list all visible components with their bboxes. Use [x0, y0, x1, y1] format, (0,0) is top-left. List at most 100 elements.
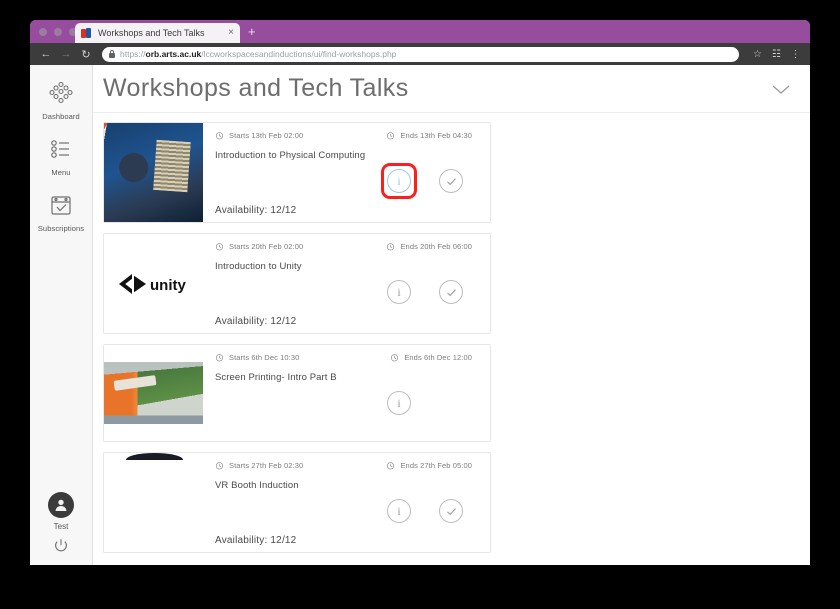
- person-icon: [55, 499, 67, 511]
- app-sidebar: Dashboard Menu Subscriptions Test: [30, 65, 93, 565]
- info-button[interactable]: i: [381, 163, 417, 199]
- start-time-value: 13th Feb 02:00: [251, 131, 304, 140]
- address-bar[interactable]: https://orb.arts.ac.uk/lccworkspacesandi…: [102, 46, 739, 62]
- sidebar-item-menu[interactable]: Menu: [30, 135, 92, 177]
- end-time-value: 6th Dec 12:00: [424, 353, 472, 362]
- screenshot-root: Workshops and Tech Talks × + ← → ↻ https…: [0, 0, 840, 609]
- workshop-thumbnail: [104, 453, 203, 552]
- availability-placeholder: [215, 417, 480, 435]
- forward-button[interactable]: →: [58, 46, 74, 62]
- availability-label: Availability: 12/12: [215, 205, 297, 216]
- table-row[interactable]: Starts 27th Feb 02:30 Ends 27th Feb 05:0…: [103, 452, 491, 553]
- info-icon: i: [397, 504, 401, 518]
- workshop-title: VR Booth Induction: [215, 480, 299, 491]
- url-host: orb.arts.ac.uk: [145, 49, 202, 59]
- new-tab-button[interactable]: +: [248, 25, 256, 39]
- workshop-times: Starts 13th Feb 02:00 Ends 13th Feb 04:3…: [215, 131, 480, 140]
- window-controls[interactable]: [39, 28, 77, 36]
- end-time-label: Ends: [400, 242, 418, 251]
- end-time-label: Ends: [404, 353, 422, 362]
- end-time: Ends 20th Feb 06:00: [386, 242, 480, 251]
- start-time-label: Starts: [229, 353, 250, 362]
- info-icon: i: [397, 174, 401, 188]
- page-header: Workshops and Tech Talks: [93, 65, 810, 113]
- start-time: Starts 13th Feb 02:00: [215, 131, 303, 140]
- bookmark-star-icon[interactable]: ☆: [751, 47, 764, 61]
- workshop-details: Starts 13th Feb 02:00 Ends 13th Feb 04:3…: [203, 123, 490, 222]
- clock-icon: [215, 354, 224, 362]
- browser-tab[interactable]: Workshops and Tech Talks ×: [75, 23, 240, 43]
- page-viewport: Dashboard Menu Subscriptions Test Worksh…: [30, 65, 810, 565]
- check-icon: [446, 288, 456, 296]
- unity-logo-icon: unity: [118, 273, 186, 294]
- minimize-window-button[interactable]: [54, 28, 62, 36]
- info-button[interactable]: i: [387, 391, 411, 415]
- page-title: Workshops and Tech Talks: [103, 74, 409, 102]
- browser-menu-icon[interactable]: ⋮: [789, 47, 802, 61]
- power-icon[interactable]: [52, 537, 70, 555]
- clock-icon: [391, 354, 399, 362]
- workshop-thumbnail: [104, 345, 203, 441]
- table-row[interactable]: Starts 6th Dec 10:30 Ends 6th Dec 12:00: [103, 344, 491, 442]
- availability-label: Availability: 12/12: [215, 535, 297, 546]
- reload-button[interactable]: ↻: [78, 46, 94, 62]
- workshop-actions: i: [215, 163, 480, 199]
- end-time-value: 27th Feb 05:00: [420, 461, 472, 470]
- book-button[interactable]: [439, 280, 463, 304]
- book-button[interactable]: [439, 169, 463, 193]
- clock-icon: [215, 462, 224, 470]
- clock-icon: [387, 243, 395, 251]
- main-content: Workshops and Tech Talks Starts 13th Feb…: [93, 65, 810, 565]
- end-time: Ends 27th Feb 05:00: [386, 461, 480, 470]
- browser-tab-strip: Workshops and Tech Talks × +: [30, 20, 810, 43]
- clock-icon: [215, 243, 224, 251]
- start-time-label: Starts: [229, 131, 250, 140]
- user-name-label: Test: [53, 522, 69, 531]
- workshop-card-list: Starts Ends: [93, 113, 810, 565]
- availability-label: Availability: 12/12: [215, 316, 297, 327]
- workshop-title: Introduction to Physical Computing: [215, 150, 366, 161]
- lock-icon: [109, 50, 115, 58]
- workshop-title: Introduction to Unity: [215, 261, 302, 272]
- sidebar-item-label: Dashboard: [42, 112, 80, 121]
- tab-title: Workshops and Tech Talks: [98, 28, 205, 38]
- workshop-actions: i: [215, 389, 480, 417]
- sidebar-item-label: Menu: [51, 168, 71, 177]
- menu-list-icon: [51, 140, 69, 158]
- sidebar-item-dashboard[interactable]: Dashboard: [30, 79, 92, 121]
- workshop-times: Starts 27th Feb 02:30 Ends 27th Feb 05:0…: [215, 461, 480, 470]
- book-button[interactable]: [439, 499, 463, 523]
- close-tab-button[interactable]: ×: [228, 28, 234, 38]
- start-time-value: 20th Feb 02:00: [251, 242, 304, 251]
- start-time: Starts 27th Feb 02:30: [215, 461, 303, 470]
- back-button[interactable]: ←: [38, 46, 54, 62]
- table-row[interactable]: Starts 13th Feb 02:00 Ends 13th Feb 04:3…: [103, 122, 491, 223]
- workshop-actions: i: [215, 497, 480, 525]
- start-time-label: Starts: [229, 461, 250, 470]
- check-icon: [446, 507, 456, 515]
- end-time-label: Ends: [400, 461, 418, 470]
- info-button[interactable]: i: [387, 280, 411, 304]
- start-time-label: Starts: [229, 242, 250, 251]
- info-icon: i: [397, 285, 401, 299]
- workshop-details: Starts 6th Dec 10:30 Ends 6th Dec 12:00: [203, 345, 490, 441]
- sidebar-item-subscriptions[interactable]: Subscriptions: [30, 191, 92, 233]
- sidebar-user-area: Test: [30, 492, 92, 555]
- close-window-button[interactable]: [39, 28, 47, 36]
- url-scheme: https://: [120, 49, 146, 59]
- start-time: Starts 6th Dec 10:30: [215, 353, 299, 362]
- check-icon: [446, 177, 456, 185]
- browser-window: Workshops and Tech Talks × + ← → ↻ https…: [30, 20, 810, 565]
- extensions-icon[interactable]: ☷: [770, 47, 783, 61]
- avatar[interactable]: [48, 492, 74, 518]
- sidebar-item-label: Subscriptions: [37, 224, 85, 233]
- info-icon: i: [397, 396, 401, 410]
- chevron-down-icon[interactable]: [770, 82, 792, 96]
- start-time: Starts 20th Feb 02:00: [215, 242, 303, 251]
- clock-icon: [215, 132, 224, 140]
- info-button[interactable]: i: [387, 499, 411, 523]
- address-bar-text: https://orb.arts.ac.uk/lccworkspacesandi…: [120, 49, 396, 59]
- table-row[interactable]: unity Starts 20th Feb 02:00 Ends 20th Fe…: [103, 233, 491, 334]
- url-path: /lccworkspacesandinductions/ui/find-work…: [201, 49, 397, 59]
- workshop-actions: i: [215, 278, 480, 306]
